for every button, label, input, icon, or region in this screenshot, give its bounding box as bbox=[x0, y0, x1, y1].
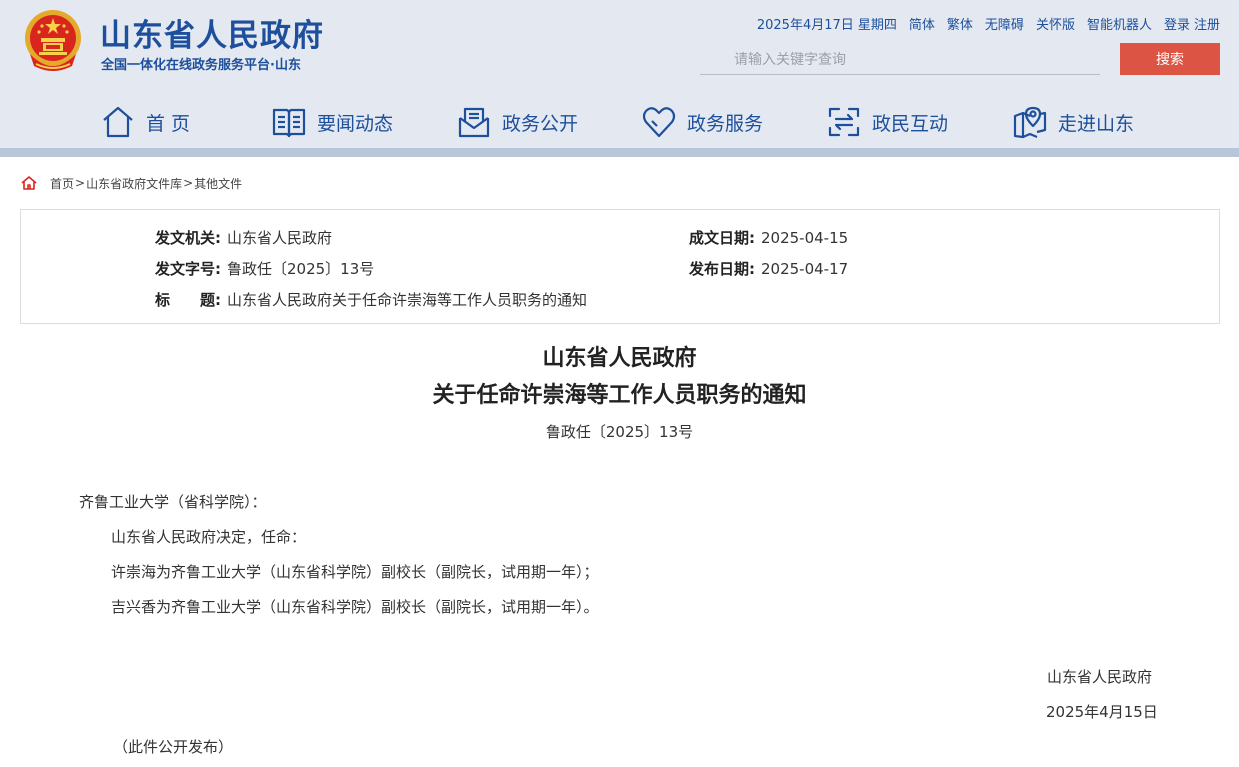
breadcrumb-separator: > bbox=[183, 176, 194, 190]
meta-label: 发布日期: bbox=[689, 260, 755, 278]
breadcrumb-separator: > bbox=[75, 176, 86, 190]
nav-label: 政民互动 bbox=[872, 112, 949, 135]
document-sign-date: 2025年4月15日 bbox=[1046, 703, 1158, 721]
breadcrumb-home-link[interactable]: 首页 bbox=[50, 175, 74, 192]
breadcrumb-library-link[interactable]: 山东省政府文件库 bbox=[86, 175, 182, 192]
current-date: 2025年4月17日 星期四 bbox=[756, 18, 897, 33]
nav-label: 政务服务 bbox=[687, 112, 764, 135]
nav-item-news[interactable]: 要闻动态 bbox=[271, 100, 393, 144]
traditional-link[interactable]: 繁体 bbox=[947, 14, 973, 33]
nav-item-gov-open[interactable]: 政务公开 bbox=[456, 100, 578, 144]
mail-icon bbox=[458, 107, 490, 138]
interaction-icon bbox=[828, 107, 860, 137]
meta-doc-number: 发文字号: 鲁政任〔2025〕13号 bbox=[155, 258, 374, 279]
simplified-link[interactable]: 简体 bbox=[909, 14, 935, 33]
document-number: 鲁政任〔2025〕13号 bbox=[545, 423, 694, 441]
nav-item-interaction[interactable]: 政民互动 bbox=[826, 100, 948, 144]
nav-item-gov-service[interactable]: 政务服务 bbox=[641, 100, 763, 144]
register-link[interactable]: 注册 bbox=[1194, 14, 1220, 33]
meta-label: 发文机关: bbox=[155, 229, 221, 247]
top-links: 2025年4月17日 星期四 简体 繁体 无障碍 关怀版 智能机器人 登录 注册 bbox=[757, 14, 1220, 33]
meta-value: 2025-04-17 bbox=[761, 260, 849, 278]
header-divider bbox=[0, 148, 1239, 157]
site-title: 山东省人民政府 bbox=[100, 18, 324, 54]
meta-label: 发文字号: bbox=[155, 260, 221, 278]
meta-published-date: 发布日期: 2025-04-17 bbox=[689, 258, 848, 279]
login-register-group: 登录 注册 bbox=[1164, 14, 1220, 33]
nav-label: 要闻动态 bbox=[317, 112, 394, 135]
meta-issuer: 发文机关: 山东省人民政府 bbox=[155, 227, 332, 248]
smart-robot-link[interactable]: 智能机器人 bbox=[1087, 14, 1152, 33]
search-input[interactable] bbox=[700, 45, 1100, 75]
document-paragraph: 吉兴香为齐鲁工业大学（山东省科学院）副校长（副院长，试用期一年）。 bbox=[111, 598, 599, 616]
map-pin-icon bbox=[1013, 106, 1047, 139]
meta-title: 标 题: 山东省人民政府关于任命许崇海等工作人员职务的通知 bbox=[155, 289, 587, 310]
meta-value: 鲁政任〔2025〕13号 bbox=[227, 260, 375, 278]
site-subtitle: 全国一体化在线政务服务平台·山东 bbox=[101, 58, 301, 73]
nav-label: 首 页 bbox=[146, 112, 191, 135]
search-button[interactable]: 搜索 bbox=[1120, 43, 1220, 75]
meta-value: 山东省人民政府 bbox=[227, 229, 333, 247]
meta-label: 成文日期: bbox=[689, 229, 755, 247]
meta-written-date: 成文日期: 2025-04-15 bbox=[689, 227, 848, 248]
document-public-note: （此件公开发布） bbox=[113, 738, 234, 756]
main-nav: 首 页 要闻动态 政务公开 政务服务 政民互动 走进山东 bbox=[0, 100, 1239, 144]
login-link[interactable]: 登录 bbox=[1164, 14, 1190, 33]
meta-label: 标 题: bbox=[155, 291, 221, 309]
nav-item-shandong[interactable]: 走进山东 bbox=[1012, 100, 1134, 144]
nav-label: 走进山东 bbox=[1058, 112, 1135, 135]
meta-value: 山东省人民政府关于任命许崇海等工作人员职务的通知 bbox=[227, 291, 588, 309]
document-addressee: 齐鲁工业大学（省科学院）： bbox=[79, 493, 267, 511]
home-icon bbox=[103, 106, 133, 138]
document-signature: 山东省人民政府 bbox=[1047, 668, 1153, 686]
breadcrumb-current-link[interactable]: 其他文件 bbox=[194, 175, 242, 192]
nav-item-home[interactable]: 首 页 bbox=[100, 100, 190, 144]
accessibility-link[interactable]: 无障碍 bbox=[985, 14, 1024, 33]
heart-icon bbox=[642, 107, 676, 138]
document-paragraph: 许崇海为齐鲁工业大学（山东省科学院）副校长（副院长，试用期一年）； bbox=[111, 563, 599, 581]
national-emblem-icon bbox=[25, 10, 81, 71]
meta-value: 2025-04-15 bbox=[761, 229, 849, 247]
document-title-line2: 关于任命许崇海等工作人员职务的通知 bbox=[432, 383, 807, 408]
care-version-link[interactable]: 关怀版 bbox=[1036, 14, 1075, 33]
book-icon bbox=[272, 108, 306, 138]
home-icon[interactable] bbox=[20, 174, 38, 192]
breadcrumb: 首页 > 山东省政府文件库 > 其他文件 bbox=[20, 174, 242, 192]
document-paragraph: 山东省人民政府决定，任命： bbox=[111, 528, 307, 546]
document-title-line1: 山东省人民政府 bbox=[542, 346, 697, 371]
document-meta-box: 发文机关: 山东省人民政府 发文字号: 鲁政任〔2025〕13号 标 题: 山东省人民… bbox=[20, 209, 1220, 324]
nav-label: 政务公开 bbox=[502, 112, 579, 135]
